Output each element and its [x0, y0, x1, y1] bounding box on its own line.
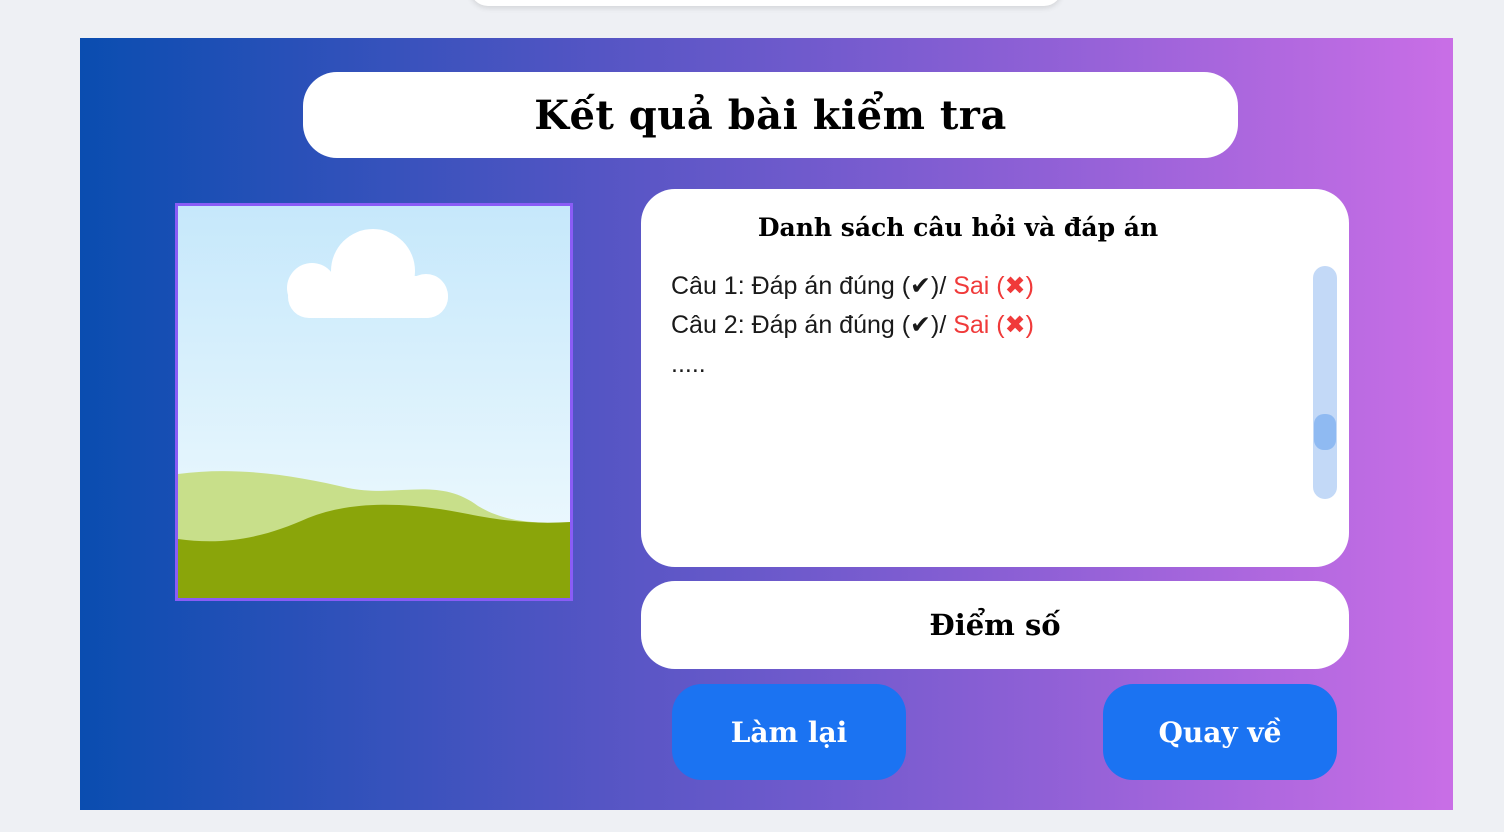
back-button[interactable]: Quay về [1103, 684, 1337, 780]
retry-button[interactable]: Làm lại [672, 684, 906, 780]
landscape-placeholder-icon [178, 206, 570, 598]
title-bar: Kết quả bài kiểm tra [303, 72, 1238, 158]
scrollbar-thumb[interactable] [1314, 414, 1336, 450]
list-item: Câu 1: Đáp án đúng (✔)/ Sai (✖) [671, 267, 1291, 306]
qa-heading: Danh sách câu hỏi và đáp án [757, 213, 1159, 242]
score-bar: Điểm số [641, 581, 1349, 669]
wrong-label: Sai (✖) [953, 311, 1034, 339]
answer-text: Câu 1: Đáp án đúng (✔)/ [671, 272, 954, 300]
question-answer-card: Danh sách câu hỏi và đáp án Câu 1: Đáp á… [641, 189, 1349, 567]
page-title: Kết quả bài kiểm tra [534, 91, 1007, 139]
list-item: Câu 2: Đáp án đúng (✔)/ Sai (✖) [671, 306, 1291, 345]
scrollbar[interactable] [1313, 266, 1337, 499]
answer-text: Câu 2: Đáp án đúng (✔)/ [671, 311, 954, 339]
result-panel: Kết quả bài kiểm tra Danh sách câu hỏi v… [80, 38, 1453, 810]
qa-list: Câu 1: Đáp án đúng (✔)/ Sai (✖) Câu 2: Đ… [671, 267, 1291, 384]
top-card [470, 0, 1062, 6]
score-label: Điểm số [929, 608, 1061, 642]
result-image [175, 203, 573, 601]
wrong-label: Sai (✖) [953, 272, 1034, 300]
ellipsis: ..... [671, 350, 706, 378]
